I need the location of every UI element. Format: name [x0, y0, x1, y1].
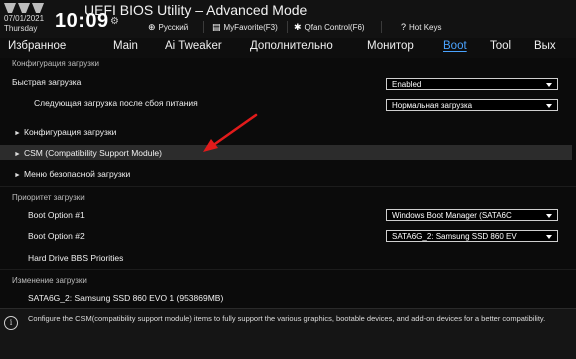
qfan-control-button[interactable]: ✱ Qfan Control(F6) [294, 22, 365, 33]
gear-icon[interactable]: ⚙ [110, 17, 120, 27]
chevron-down-icon [546, 235, 552, 239]
favorite-icon: ▤ [212, 22, 221, 32]
boot-option-1-value: Windows Boot Manager (SATA6C [392, 211, 512, 220]
globe-icon: ⊕ [148, 22, 156, 32]
help-text: Configure the CSM(compatibility support … [28, 314, 546, 323]
header-divider [287, 21, 288, 33]
section-header: Приоритет загрузки [12, 193, 85, 202]
section-header: Конфигурация загрузки [12, 59, 99, 68]
myfavorite-label: MyFavorite(F3) [223, 23, 278, 32]
tab-boot[interactable]: Boot [443, 40, 467, 52]
submenu-secure-boot[interactable]: ► Меню безопасной загрузки [14, 169, 130, 179]
language-label: Русский [158, 23, 189, 32]
boot-option-1-dropdown[interactable]: Windows Boot Manager (SATA6C [386, 209, 558, 221]
chevron-down-icon [546, 83, 552, 87]
tab-main[interactable]: Main [113, 40, 138, 52]
header-divider [203, 21, 204, 33]
tab-tool[interactable]: Tool [490, 40, 511, 52]
fast-boot-label: Быстрая загрузка [12, 77, 82, 87]
tab-monitor[interactable]: Монитор [367, 40, 414, 52]
divider [0, 186, 576, 187]
myfavorite-button[interactable]: ▤ MyFavorite(F3) [212, 22, 278, 33]
next-boot-value: Нормальная загрузка [392, 101, 473, 110]
hard-drive-bbs-priorities[interactable]: Hard Drive BBS Priorities [28, 253, 123, 263]
submenu-csm[interactable]: ► CSM (Compatibility Support Module) [14, 148, 162, 158]
qfan-control-label: Qfan Control(F6) [304, 23, 365, 32]
divider [0, 269, 576, 270]
header-bar: 07/01/2021 Thursday 10:09 ⚙ UEFI BIOS Ut… [0, 0, 576, 38]
chevron-right-icon: ► [14, 151, 21, 158]
submenu-label: CSM (Compatibility Support Module) [24, 148, 162, 158]
tab-advanced[interactable]: Дополнительно [250, 40, 333, 52]
day-text: Thursday [4, 24, 38, 33]
chevron-right-icon: ► [14, 172, 21, 179]
boot-override-item[interactable]: SATA6G_2: Samsung SSD 860 EVO 1 (953869M… [28, 293, 223, 303]
hot-keys-label: Hot Keys [409, 22, 442, 32]
next-boot-dropdown[interactable]: Нормальная загрузка [386, 99, 558, 111]
fan-icon: ✱ [294, 22, 302, 32]
tuf-logo-icon [4, 3, 44, 13]
submenu-label: Меню безопасной загрузки [24, 169, 131, 179]
submenu-boot-configuration[interactable]: ► Конфигурация загрузки [14, 127, 116, 137]
chevron-down-icon [546, 214, 552, 218]
tab-exit[interactable]: Вых [534, 40, 556, 52]
boot-settings-panel: Конфигурация загрузки Быстрая загрузка E… [0, 58, 576, 308]
boot-option-2-dropdown[interactable]: SATA6G_2: Samsung SSD 860 EV [386, 230, 558, 242]
info-icon: i [4, 316, 18, 330]
main-tabs: Избранное Main Ai Tweaker Дополнительно … [0, 38, 576, 58]
help-panel: i Configure the CSM(compatibility suppor… [0, 308, 576, 359]
tab-favorites[interactable]: Избранное [8, 40, 66, 52]
page-title: UEFI BIOS Utility – Advanced Mode [84, 2, 308, 18]
next-boot-label: Следующая загрузка после сбоя питания [34, 98, 198, 108]
boot-option-2-value: SATA6G_2: Samsung SSD 860 EV [392, 232, 517, 241]
fast-boot-dropdown[interactable]: Enabled [386, 78, 558, 90]
boot-option-1-label: Boot Option #1 [28, 210, 85, 220]
boot-option-2-label: Boot Option #2 [28, 231, 85, 241]
tab-ai-tweaker[interactable]: Ai Tweaker [165, 40, 222, 52]
section-header: Изменение загрузки [12, 276, 87, 285]
help-icon: ? [401, 22, 407, 32]
submenu-label: Конфигурация загрузки [24, 127, 117, 137]
chevron-down-icon [546, 104, 552, 108]
date-text: 07/01/2021 [4, 14, 45, 23]
fast-boot-value: Enabled [392, 80, 422, 89]
hot-keys-button[interactable]: ? Hot Keys [401, 22, 441, 32]
chevron-right-icon: ► [14, 130, 21, 137]
language-button[interactable]: ⊕ Русский [148, 22, 188, 33]
header-divider [381, 21, 382, 33]
